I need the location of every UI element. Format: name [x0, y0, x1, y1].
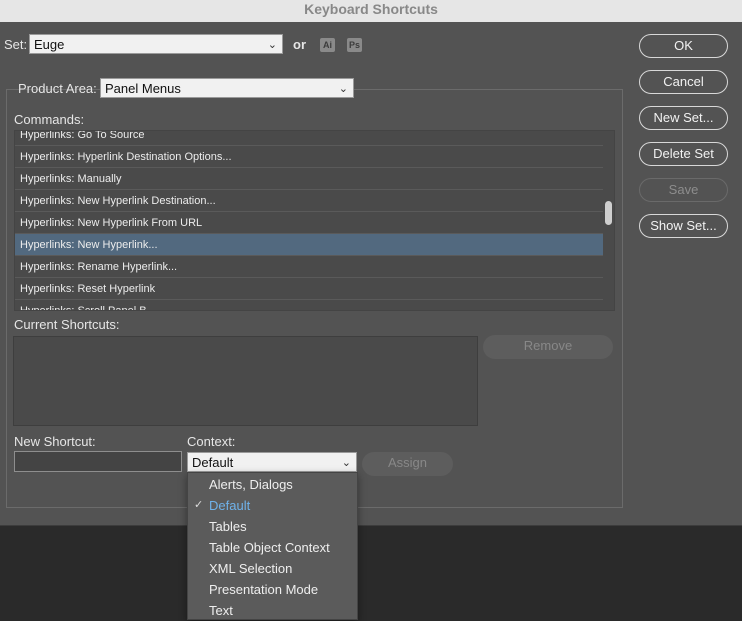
chevron-down-icon: ⌄	[341, 457, 351, 469]
context-label: Context:	[187, 434, 236, 449]
new-set-button[interactable]: New Set...	[639, 106, 728, 130]
context-dropdown-menu: Alerts, Dialogs ✓ Default Tables Table Objec…	[187, 472, 358, 620]
show-set-button[interactable]: Show Set...	[639, 214, 728, 238]
product-area-label: Product Area:	[18, 81, 97, 96]
command-row-label: Hyperlinks: New Hyperlink From URL	[20, 217, 203, 229]
context-option[interactable]: Table Object Context	[188, 537, 357, 558]
context-option-label: Table Object Context	[209, 540, 330, 555]
command-row-label: Hyperlinks: Scroll Panel B...	[20, 305, 156, 311]
context-option-label: XML Selection	[209, 561, 293, 576]
command-row-label: Hyperlinks: Hyperlink Destination Option…	[20, 151, 232, 163]
window-title: Keyboard Shortcuts	[0, 0, 742, 22]
chevron-down-icon: ⌄	[267, 39, 277, 51]
command-row[interactable]: Hyperlinks: Hyperlink Destination Option…	[15, 146, 603, 168]
context-option-label: Default	[209, 498, 251, 513]
context-option-label: Text	[209, 603, 233, 618]
product-area-value: Panel Menus	[105, 81, 181, 96]
chevron-down-icon: ⌄	[338, 83, 348, 95]
scrollbar-thumb[interactable]	[605, 201, 612, 225]
command-row[interactable]: Hyperlinks: Rename Hyperlink...	[15, 256, 603, 278]
context-option[interactable]: Alerts, Dialogs	[188, 474, 357, 495]
assign-button[interactable]: Assign	[362, 452, 453, 476]
delete-set-button[interactable]: Delete Set	[639, 142, 728, 166]
current-shortcuts-list[interactable]	[13, 336, 478, 426]
photoshop-badge[interactable]: Ps	[347, 38, 362, 52]
ok-button[interactable]: OK	[639, 34, 728, 58]
cancel-button[interactable]: Cancel	[639, 70, 728, 94]
set-label: Set:	[4, 37, 28, 52]
command-row[interactable]: Hyperlinks: Go To Source	[15, 130, 603, 146]
context-option[interactable]: Presentation Mode	[188, 579, 357, 600]
save-button[interactable]: Save	[639, 178, 728, 202]
remove-button[interactable]: Remove	[483, 335, 613, 359]
product-area-select[interactable]: Panel Menus ⌄	[100, 78, 354, 98]
new-shortcut-label: New Shortcut:	[14, 434, 96, 449]
command-row-label: Hyperlinks: Go To Source	[20, 130, 145, 141]
context-option[interactable]: Tables	[188, 516, 357, 537]
or-label: or	[293, 37, 306, 52]
command-row-label: Hyperlinks: Manually	[20, 173, 122, 185]
commands-scrollbar[interactable]	[603, 131, 614, 310]
keyboard-shortcuts-dialog: Keyboard Shortcuts Set: Euge ⌄ or Ai Ps …	[0, 0, 742, 526]
context-option-label: Tables	[209, 519, 247, 534]
set-select[interactable]: Euge ⌄	[29, 34, 283, 54]
set-select-value: Euge	[34, 37, 65, 52]
context-option-label: Alerts, Dialogs	[209, 477, 293, 492]
context-option-label: Presentation Mode	[209, 582, 319, 597]
command-row[interactable]: Hyperlinks: New Hyperlink Destination...	[15, 190, 603, 212]
command-row-label: Hyperlinks: New Hyperlink...	[20, 239, 158, 251]
context-option[interactable]: XML Selection	[188, 558, 357, 579]
illustrator-badge[interactable]: Ai	[320, 38, 335, 52]
context-option[interactable]: Text	[188, 600, 357, 621]
command-row[interactable]: Hyperlinks: New Hyperlink...	[15, 234, 603, 256]
current-shortcuts-label: Current Shortcuts:	[14, 317, 120, 332]
context-select[interactable]: Default ⌄	[187, 452, 357, 472]
command-row-label: Hyperlinks: Reset Hyperlink	[20, 283, 156, 295]
command-row[interactable]: Hyperlinks: Scroll Panel B...	[15, 300, 603, 311]
context-select-value: Default	[192, 455, 234, 470]
command-row[interactable]: Hyperlinks: New Hyperlink From URL	[15, 212, 603, 234]
checkmark-icon: ✓	[194, 499, 204, 511]
command-row-label: Hyperlinks: Rename Hyperlink...	[20, 261, 178, 273]
command-row[interactable]: Hyperlinks: Manually	[15, 168, 603, 190]
commands-list[interactable]: Hyperlinks: Go To Source Hyperlinks: Hype…	[14, 130, 615, 311]
command-row[interactable]: Hyperlinks: Reset Hyperlink	[15, 278, 603, 300]
commands-label: Commands:	[14, 112, 85, 127]
new-shortcut-input[interactable]	[14, 451, 182, 472]
context-option[interactable]: ✓ Default	[188, 495, 357, 516]
command-row-label: Hyperlinks: New Hyperlink Destination...	[20, 195, 216, 207]
